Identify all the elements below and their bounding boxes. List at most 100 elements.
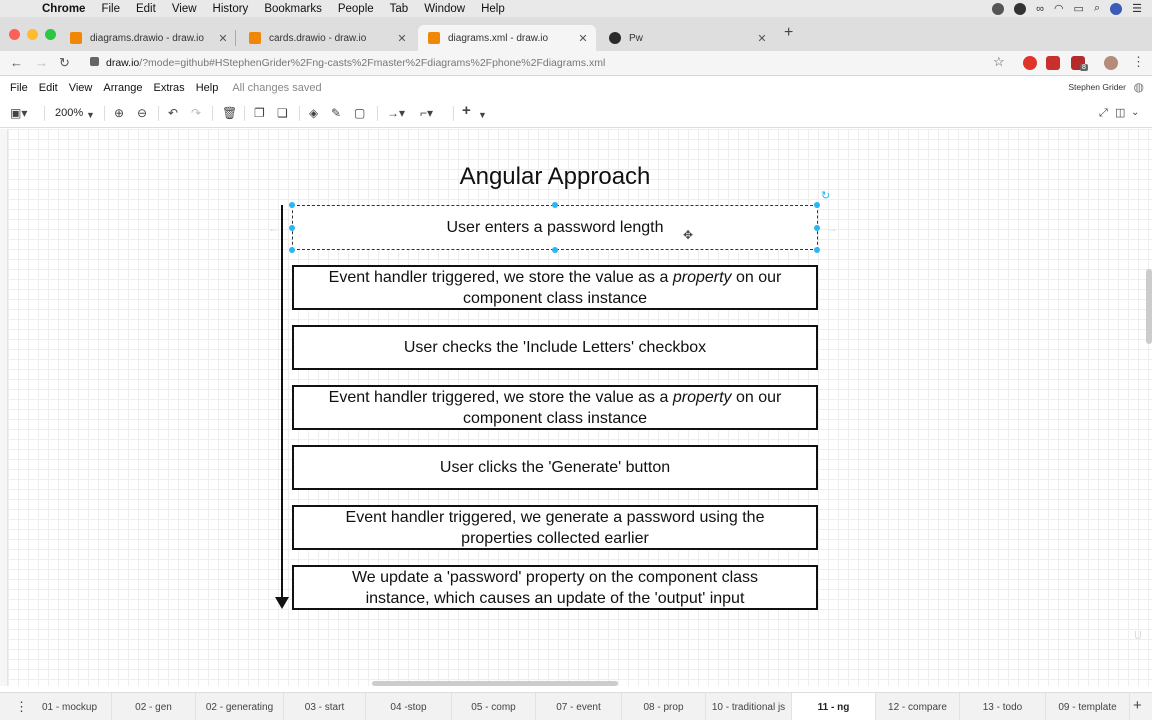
page-tab[interactable]: 09 - template [1046,693,1130,720]
page-tab[interactable]: 13 - todo [960,693,1046,720]
undo-icon[interactable]: ↶ [168,106,178,120]
menu-extras[interactable]: Extras [154,82,185,94]
menu-edit[interactable]: Edit [39,82,58,94]
waypoints-icon[interactable]: ⌐▾ [420,106,433,120]
profile-avatar[interactable] [1104,56,1118,70]
resize-handle[interactable] [814,225,820,231]
browser-tab[interactable]: Pw ✕ [599,25,775,51]
zoom-window-icon[interactable] [45,29,56,40]
os-menu-bookmarks[interactable]: Bookmarks [264,3,322,15]
page-tab[interactable]: 05 - comp [452,693,536,720]
page-tab[interactable]: 01 - mockup [28,693,112,720]
extension-icon[interactable] [1046,56,1060,70]
os-menu-help[interactable]: Help [481,3,505,15]
format-panel-icon[interactable]: ▣▾ [10,106,27,120]
record-icon[interactable] [1014,2,1027,15]
browser-tab[interactable]: diagrams.drawio - draw.io ✕ [60,25,236,51]
close-tab-icon[interactable]: ✕ [755,32,769,45]
zoom-in-icon[interactable]: ⊕ [114,106,124,120]
zoom-out-icon[interactable]: ⊖ [137,106,147,120]
connection-icon[interactable]: →▾ [387,106,405,120]
page-tab[interactable]: 12 - compare [876,693,960,720]
os-menu-view[interactable]: View [172,3,197,15]
page-tab[interactable]: 02 - generating [196,693,284,720]
close-tab-icon[interactable]: ✕ [216,32,230,45]
connect-arrow-left-icon[interactable]: ← [268,221,280,235]
minimize-window-icon[interactable] [27,29,38,40]
horizontal-scrollbar[interactable] [372,681,618,686]
page-tab[interactable]: 10 - traditional js [706,693,792,720]
siri-icon[interactable] [1110,2,1123,15]
os-menu-edit[interactable]: Edit [136,3,156,15]
close-window-icon[interactable] [9,29,20,40]
os-menu-app[interactable]: Chrome [42,3,85,15]
diagram-canvas[interactable]: Angular Approach User enters a password … [8,129,1152,686]
fullscreen-icon[interactable]: ⤢ [1099,106,1108,120]
resize-handle[interactable] [552,202,558,208]
step-box-7[interactable]: We update a 'password' property on the c… [292,565,818,610]
chevron-down-icon[interactable]: ▼ [86,108,95,122]
back-icon[interactable]: ← [10,55,23,70]
os-menu-tab[interactable]: Tab [390,3,409,15]
fill-color-icon[interactable]: ◈ [309,106,318,120]
new-tab-icon[interactable]: + [784,24,793,42]
insert-plus-icon[interactable]: + [462,103,471,118]
reload-icon[interactable]: ↻ [59,55,70,71]
flow-arrow[interactable] [281,205,283,599]
extension-icon[interactable] [1023,56,1037,70]
page-tab[interactable]: 08 - prop [622,693,706,720]
rotate-handle-icon[interactable]: ↻ [821,189,830,202]
step-box-5[interactable]: User clicks the 'Generate' button [292,445,818,490]
close-tab-icon[interactable]: ✕ [576,32,590,45]
add-page-icon[interactable]: + [1133,697,1142,714]
sidebar-collapsed[interactable] [0,129,8,686]
resize-handle[interactable] [289,247,295,253]
browser-tab[interactable]: cards.drawio - draw.io ✕ [239,25,415,51]
step-box-1[interactable]: User enters a password length [292,205,818,250]
delete-icon[interactable]: 🗑 [222,106,237,120]
format-panel-toggle-icon[interactable]: ◫ [1115,106,1125,120]
menu-file[interactable]: File [10,82,28,94]
shadow-icon[interactable]: ▢ [354,106,365,120]
menu-arrange[interactable]: Arrange [103,82,142,94]
collapse-icon[interactable]: ⌄ [1131,106,1139,120]
step-box-4[interactable]: Event handler triggered, we store the va… [292,385,818,430]
os-menu-people[interactable]: People [338,3,374,15]
step-box-3[interactable]: User checks the 'Include Letters' checkb… [292,325,818,370]
lock-icon[interactable] [90,57,99,66]
pages-menu-icon[interactable]: ⋮ [15,699,28,715]
to-back-icon[interactable]: ❏ [277,106,288,120]
page-tab-active[interactable]: 11 - ng [792,693,876,720]
browser-tab-active[interactable]: diagrams.xml - draw.io ✕ [418,25,596,51]
redo-icon[interactable]: ↷ [191,106,201,120]
zoom-dropdown[interactable]: 200% [55,107,83,119]
forward-icon[interactable]: → [35,55,48,70]
menu-help[interactable]: Help [196,82,219,94]
user-menu[interactable]: Stephen Grider [1068,82,1126,92]
connect-arrow-right-icon[interactable]: → [826,221,838,235]
page-tab[interactable]: 04 -stop [366,693,452,720]
resize-handle[interactable] [814,247,820,253]
resize-handle[interactable] [814,202,820,208]
page-tab[interactable]: 03 - start [284,693,366,720]
bookmark-star-icon[interactable]: ☆ [993,54,1005,70]
os-menu-window[interactable]: Window [424,3,465,15]
language-globe-icon[interactable]: ◍ [1134,80,1144,94]
page-tab[interactable]: 02 - gen [112,693,196,720]
diagram-title[interactable]: Angular Approach [8,163,1102,191]
resize-handle[interactable] [552,247,558,253]
vertical-scrollbar[interactable] [1146,269,1152,344]
os-menu-file[interactable]: File [101,3,120,15]
step-box-2[interactable]: Event handler triggered, we store the va… [292,265,818,310]
search-icon[interactable]: ⌕ [1094,2,1100,15]
battery-icon[interactable]: ▭ [1074,2,1084,15]
resize-handle[interactable] [289,202,295,208]
os-menu-history[interactable]: History [213,3,249,15]
resize-handle[interactable] [289,225,295,231]
browser-menu-icon[interactable]: ⋮ [1132,54,1145,70]
cloud-icon[interactable] [992,2,1005,15]
notification-center-icon[interactable]: ☰ [1132,2,1142,15]
menu-view[interactable]: View [69,82,93,94]
line-color-icon[interactable]: ✎ [331,106,341,120]
close-tab-icon[interactable]: ✕ [395,32,409,45]
